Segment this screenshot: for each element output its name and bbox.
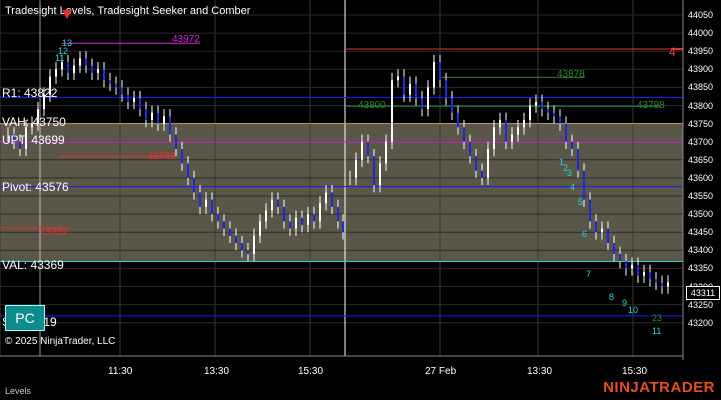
seq-10: 10 [628, 305, 639, 315]
price-tick-label: 43450 [688, 227, 714, 238]
price-tick-label: 43750 [688, 118, 714, 129]
copyright-text: © 2025 NinjaTrader, LLC [5, 336, 116, 347]
ninjatrader-logo: NINJATRADER [603, 379, 715, 396]
seq-6: 6 [582, 229, 588, 239]
price-tick-label: 43800 [688, 100, 714, 111]
time-tick-label: 13:30 [204, 366, 230, 377]
value-area-band [0, 123, 683, 262]
price-tick-label: 43950 [688, 46, 714, 57]
price-tick-label: 43650 [688, 154, 714, 165]
time-tick-label: 11:30 [108, 366, 133, 377]
price-tick-label: 43900 [688, 64, 714, 75]
time-tick-label: 15:30 [622, 366, 648, 377]
time-tick-label: 27 Feb [425, 366, 457, 377]
seq-5: 5 [578, 197, 584, 207]
seq-8: 8 [609, 292, 615, 302]
price-tick-label: 43700 [688, 136, 714, 147]
time-tick-label: 13:30 [527, 366, 553, 377]
marker-43972: 43972 [172, 34, 200, 45]
marker-43878: 43878 [557, 69, 585, 80]
seq-9: 9 [622, 298, 628, 308]
level-val-label: VAL: 43369 [2, 258, 64, 272]
down-arrow-icon [62, 10, 72, 19]
price-tick-label: 44050 [688, 10, 714, 20]
seq-23: 23 [652, 313, 663, 323]
price-tick-label: 43600 [688, 172, 714, 183]
seq-7: 7 [586, 269, 592, 279]
seq-4: 4 [570, 182, 576, 192]
seq-11: 11 [55, 53, 65, 63]
marker-43800: 43800 [358, 100, 386, 111]
price-tick-label: 43250 [688, 299, 714, 310]
price-tick-label: 43350 [688, 263, 714, 274]
seq-3: 3 [567, 168, 573, 178]
marker-43798: 43798 [637, 100, 665, 111]
level-upt-label: UPT: 43699 [2, 133, 65, 147]
chart-panel[interactable]: Tradesight Levels, Tradesight Seeker and… [0, 0, 721, 400]
pc-button[interactable]: PC [5, 305, 45, 331]
marker-43462: 43462 [40, 227, 68, 238]
price-tick-label: 44000 [688, 28, 714, 39]
price-tick-label: 43850 [688, 82, 714, 93]
level-vah-label: VAH: 43750 [2, 115, 66, 129]
red-marker-label: 4 [669, 45, 676, 59]
price-tick-label: 43400 [688, 245, 714, 256]
tab-levels[interactable]: Levels [5, 386, 31, 396]
seq-11b: 11 [652, 326, 662, 336]
last-price-badge: 43311 [686, 286, 720, 300]
time-tick-label: 15:30 [298, 366, 324, 377]
indicator-title: Tradesight Levels, Tradesight Seeker and… [5, 5, 251, 17]
price-tick-label: 43200 [688, 317, 714, 328]
level-r1-label: R1: 43822 [2, 86, 58, 100]
price-tick-label: 43500 [688, 209, 714, 220]
price-tick-label: 43550 [688, 191, 714, 201]
level-pivot-label: Pivot: 43576 [2, 180, 69, 194]
marker-43660: 43660 [148, 151, 176, 162]
